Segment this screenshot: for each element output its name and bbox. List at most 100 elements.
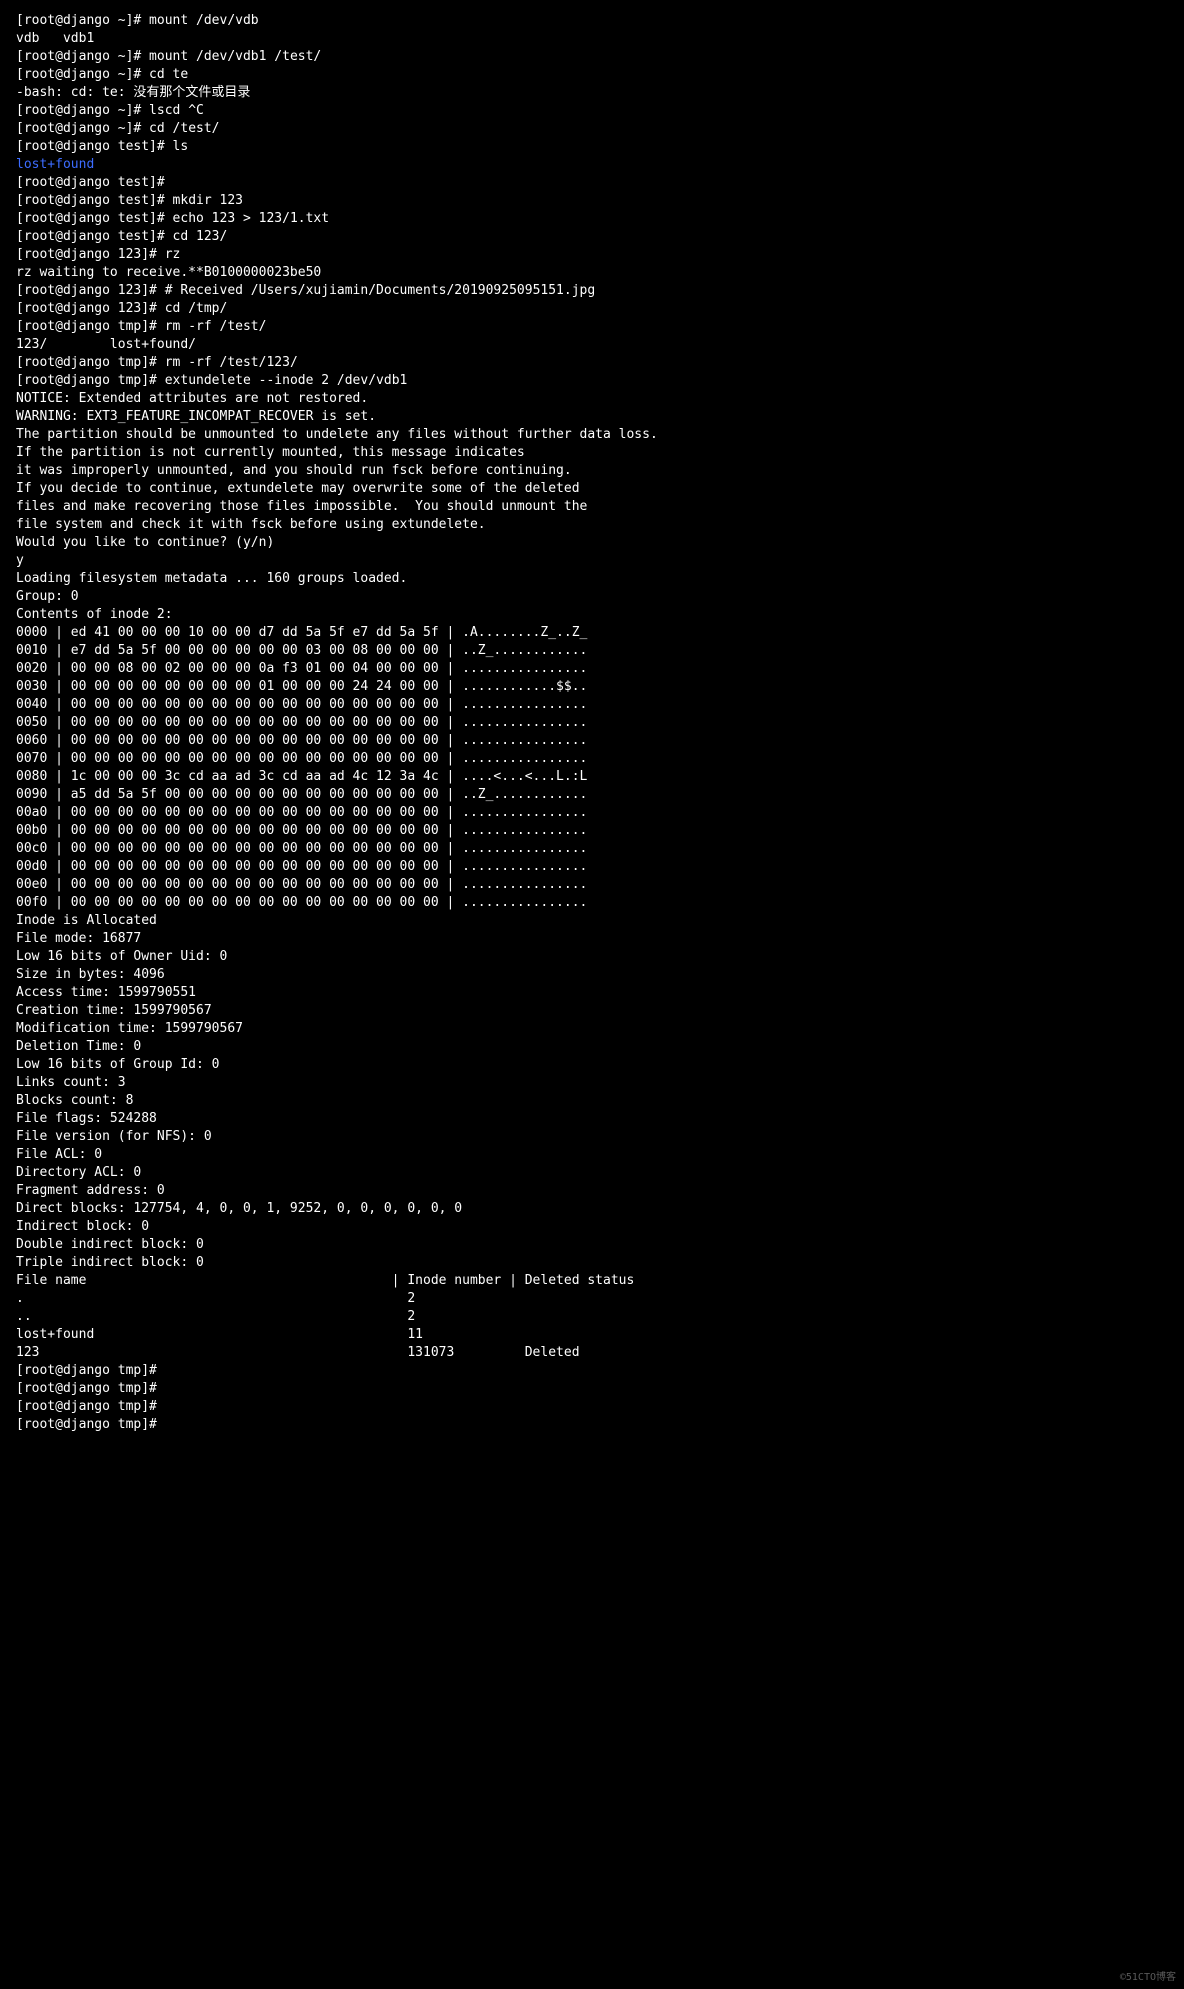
output-text: rz waiting to receive.**B0100000023be50 <box>16 265 321 280</box>
terminal-line: Links count: 3 <box>16 1074 1168 1092</box>
terminal-line: 00e0 | 00 00 00 00 00 00 00 00 00 00 00 … <box>16 876 1168 894</box>
shell-prompt: [root@django tmp]# <box>16 1399 157 1414</box>
output-text: Direct blocks: 127754, 4, 0, 0, 1, 9252,… <box>16 1201 462 1216</box>
terminal-line: File name | Inode number | Deleted statu… <box>16 1272 1168 1290</box>
terminal-line: rz waiting to receive.**B0100000023be50 <box>16 264 1168 282</box>
shell-command: rm -rf /test/123/ <box>157 355 298 370</box>
terminal-line: [root@django test]# cd 123/ <box>16 228 1168 246</box>
terminal-line: Directory ACL: 0 <box>16 1164 1168 1182</box>
terminal-line: lost+found <box>16 156 1168 174</box>
output-text: Low 16 bits of Owner Uid: 0 <box>16 949 227 964</box>
terminal-line: [root@django test]# mkdir 123 <box>16 192 1168 210</box>
output-text: 0020 | 00 00 08 00 02 00 00 00 0a f3 01 … <box>16 661 587 676</box>
output-text: Size in bytes: 4096 <box>16 967 165 982</box>
terminal-line: Low 16 bits of Owner Uid: 0 <box>16 948 1168 966</box>
output-text: Directory ACL: 0 <box>16 1165 141 1180</box>
output-text: 00c0 | 00 00 00 00 00 00 00 00 00 00 00 … <box>16 841 587 856</box>
output-text: lost+found 11 <box>16 1327 423 1342</box>
shell-command: mount /dev/vdb1 /test/ <box>141 49 321 64</box>
output-text: 0060 | 00 00 00 00 00 00 00 00 00 00 00 … <box>16 733 587 748</box>
output-text: 00f0 | 00 00 00 00 00 00 00 00 00 00 00 … <box>16 895 587 910</box>
shell-prompt: [root@django test]# <box>16 193 165 208</box>
shell-prompt: [root@django tmp]# <box>16 1363 157 1378</box>
terminal-line: File flags: 524288 <box>16 1110 1168 1128</box>
terminal-line: [root@django tmp]# <box>16 1362 1168 1380</box>
terminal-line: [root@django test]# <box>16 174 1168 192</box>
terminal-line: it was improperly unmounted, and you sho… <box>16 462 1168 480</box>
output-text: 0080 | 1c 00 00 00 3c cd aa ad 3c cd aa … <box>16 769 587 784</box>
shell-command: cd 123/ <box>165 229 228 244</box>
output-text: 0090 | a5 dd 5a 5f 00 00 00 00 00 00 00 … <box>16 787 587 802</box>
output-text: Links count: 3 <box>16 1075 126 1090</box>
terminal-line: Indirect block: 0 <box>16 1218 1168 1236</box>
terminal-line: 0060 | 00 00 00 00 00 00 00 00 00 00 00 … <box>16 732 1168 750</box>
terminal-line: Blocks count: 8 <box>16 1092 1168 1110</box>
shell-prompt: [root@django tmp]# <box>16 319 157 334</box>
shell-prompt: [root@django 123]# <box>16 283 157 298</box>
terminal-line: [root@django tmp]# <box>16 1398 1168 1416</box>
terminal-line: File mode: 16877 <box>16 930 1168 948</box>
output-text: NOTICE: Extended attributes are not rest… <box>16 391 368 406</box>
shell-command: extundelete --inode 2 /dev/vdb1 <box>157 373 407 388</box>
output-text: File ACL: 0 <box>16 1147 102 1162</box>
output-text: Group: 0 <box>16 589 79 604</box>
terminal-line: [root@django test]# echo 123 > 123/1.txt <box>16 210 1168 228</box>
terminal-line: WARNING: EXT3_FEATURE_INCOMPAT_RECOVER i… <box>16 408 1168 426</box>
shell-prompt: [root@django ~]# <box>16 13 141 28</box>
terminal-output[interactable]: [root@django ~]# mount /dev/vdbvdb vdb1[… <box>0 0 1184 1446</box>
terminal-line: Modification time: 1599790567 <box>16 1020 1168 1038</box>
output-text: Indirect block: 0 <box>16 1219 149 1234</box>
terminal-line: 0080 | 1c 00 00 00 3c cd aa ad 3c cd aa … <box>16 768 1168 786</box>
output-text: 0030 | 00 00 00 00 00 00 00 00 01 00 00 … <box>16 679 587 694</box>
output-text: -bash: cd: te: 没有那个文件或目录 <box>16 85 250 100</box>
output-text: 123/ lost+found/ <box>16 337 196 352</box>
terminal-line: [root@django ~]# mount /dev/vdb1 /test/ <box>16 48 1168 66</box>
terminal-line: Access time: 1599790551 <box>16 984 1168 1002</box>
terminal-line: 123/ lost+found/ <box>16 336 1168 354</box>
terminal-line: vdb vdb1 <box>16 30 1168 48</box>
terminal-line: 00a0 | 00 00 00 00 00 00 00 00 00 00 00 … <box>16 804 1168 822</box>
output-text: 0000 | ed 41 00 00 00 10 00 00 d7 dd 5a … <box>16 625 587 640</box>
terminal-line: .. 2 <box>16 1308 1168 1326</box>
output-text: 00b0 | 00 00 00 00 00 00 00 00 00 00 00 … <box>16 823 587 838</box>
output-text: 00d0 | 00 00 00 00 00 00 00 00 00 00 00 … <box>16 859 587 874</box>
terminal-line: [root@django ~]# cd te <box>16 66 1168 84</box>
output-text: y <box>16 553 24 568</box>
terminal-line: 0010 | e7 dd 5a 5f 00 00 00 00 00 00 03 … <box>16 642 1168 660</box>
terminal-line: Size in bytes: 4096 <box>16 966 1168 984</box>
output-text: File flags: 524288 <box>16 1111 157 1126</box>
output-text: Loading filesystem metadata ... 160 grou… <box>16 571 407 586</box>
shell-prompt: [root@django 123]# <box>16 247 157 262</box>
terminal-line: 0040 | 00 00 00 00 00 00 00 00 00 00 00 … <box>16 696 1168 714</box>
shell-command: cd /test/ <box>141 121 219 136</box>
terminal-line: 00b0 | 00 00 00 00 00 00 00 00 00 00 00 … <box>16 822 1168 840</box>
terminal-line: -bash: cd: te: 没有那个文件或目录 <box>16 84 1168 102</box>
shell-command: cd /tmp/ <box>157 301 227 316</box>
terminal-line: 0030 | 00 00 00 00 00 00 00 00 01 00 00 … <box>16 678 1168 696</box>
shell-prompt: [root@django tmp]# <box>16 355 157 370</box>
terminal-line: lost+found 11 <box>16 1326 1168 1344</box>
terminal-line: If you decide to continue, extundelete m… <box>16 480 1168 498</box>
terminal-line: [root@django 123]# # Received /Users/xuj… <box>16 282 1168 300</box>
shell-prompt: [root@django test]# <box>16 139 165 154</box>
terminal-line: [root@django 123]# rz <box>16 246 1168 264</box>
shell-command: rz <box>157 247 180 262</box>
terminal-line: 0000 | ed 41 00 00 00 10 00 00 d7 dd 5a … <box>16 624 1168 642</box>
terminal-line: Double indirect block: 0 <box>16 1236 1168 1254</box>
output-text: File mode: 16877 <box>16 931 141 946</box>
terminal-line: 00c0 | 00 00 00 00 00 00 00 00 00 00 00 … <box>16 840 1168 858</box>
terminal-line: File ACL: 0 <box>16 1146 1168 1164</box>
shell-prompt: [root@django ~]# <box>16 49 141 64</box>
shell-prompt: [root@django tmp]# <box>16 1417 157 1432</box>
terminal-line: Fragment address: 0 <box>16 1182 1168 1200</box>
output-text: File version (for NFS): 0 <box>16 1129 212 1144</box>
output-text: Fragment address: 0 <box>16 1183 165 1198</box>
shell-prompt: [root@django test]# <box>16 229 165 244</box>
shell-command: cd te <box>141 67 188 82</box>
output-text: Low 16 bits of Group Id: 0 <box>16 1057 220 1072</box>
terminal-line: y <box>16 552 1168 570</box>
terminal-line: Direct blocks: 127754, 4, 0, 0, 1, 9252,… <box>16 1200 1168 1218</box>
shell-command: rm -rf /test/ <box>157 319 267 334</box>
output-text: Inode is Allocated <box>16 913 157 928</box>
output-text: 0050 | 00 00 00 00 00 00 00 00 00 00 00 … <box>16 715 587 730</box>
